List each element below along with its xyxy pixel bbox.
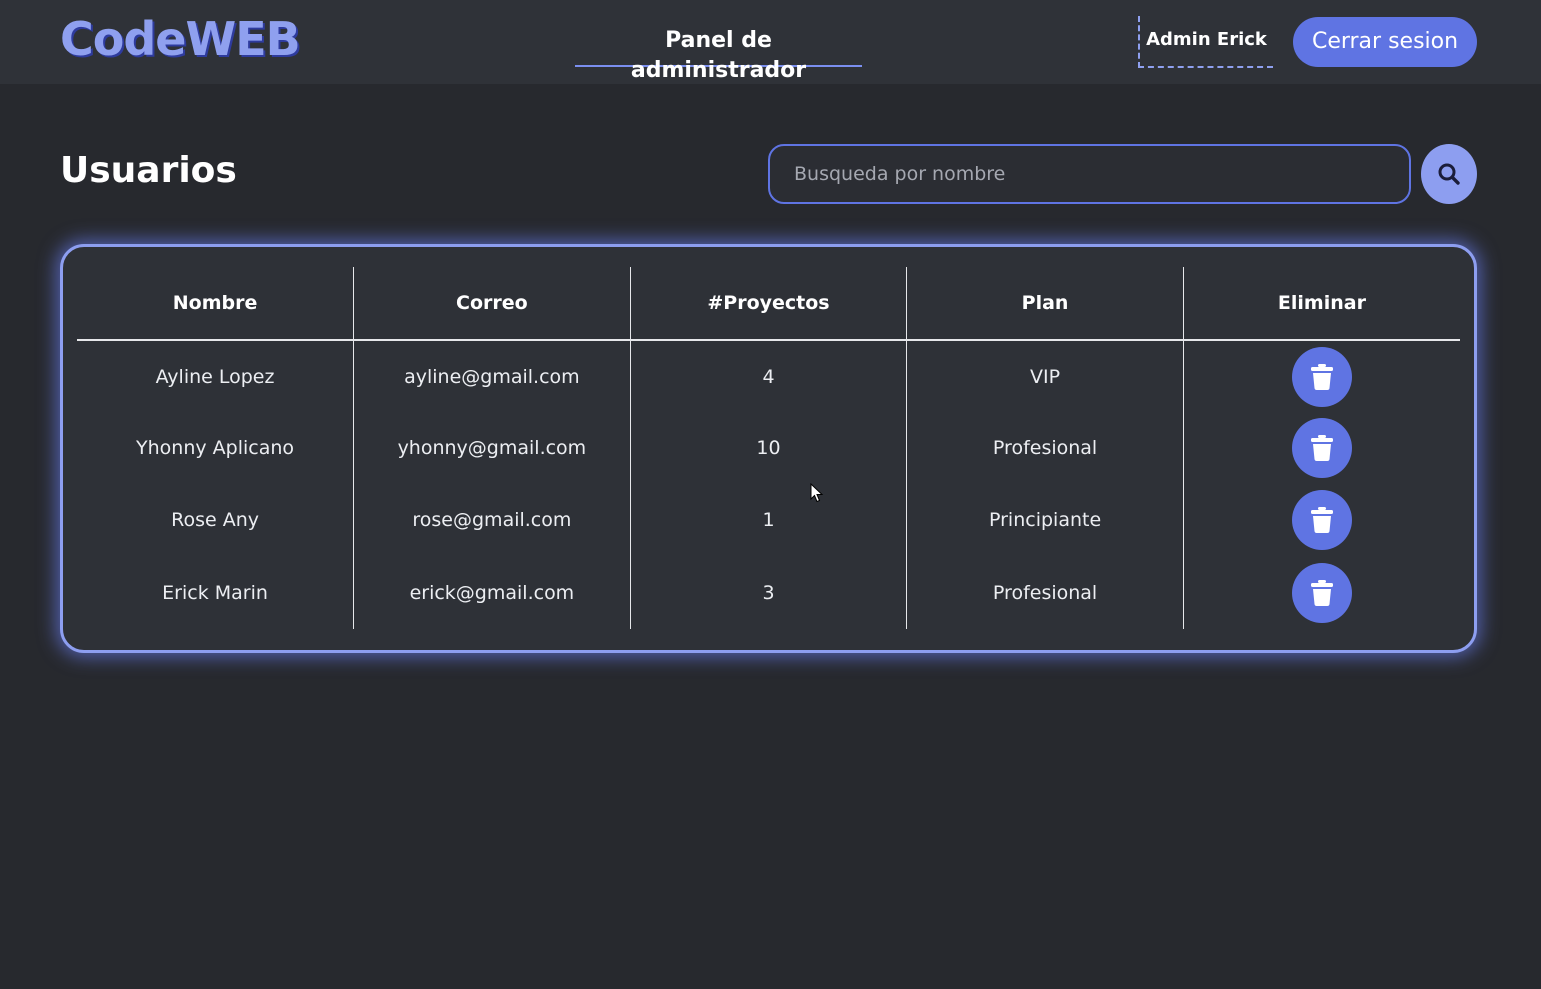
cell-plan: Principiante (906, 484, 1184, 556)
cell-projects: 1 (630, 484, 908, 556)
cell-projects: 10 (630, 412, 908, 484)
cell-delete (1183, 412, 1460, 484)
users-table: Nombre Correo #Proyectos Plan Eliminar A… (77, 267, 1460, 629)
trash-icon (1310, 363, 1333, 390)
admin-user-label[interactable]: Admin Erick (1138, 16, 1273, 68)
trash-icon (1310, 435, 1333, 461)
table-header-row: Nombre Correo #Proyectos Plan Eliminar (77, 267, 1460, 341)
table-row: Ayline Lopez ayline@gmail.com 4 VIP (77, 340, 1460, 412)
search-button[interactable] (1421, 144, 1477, 204)
delete-user-button[interactable] (1291, 346, 1352, 407)
cell-email: rose@gmail.com (353, 484, 631, 556)
page-title: Usuarios (60, 150, 237, 191)
cell-name: Ayline Lopez (77, 340, 355, 412)
column-header-email[interactable]: Correo (353, 267, 631, 341)
logo[interactable]: CodeWEB (60, 12, 301, 66)
cell-email: yhonny@gmail.com (353, 412, 631, 484)
cell-projects: 4 (630, 340, 908, 412)
column-header-delete: Eliminar (1183, 267, 1460, 341)
column-header-projects[interactable]: #Proyectos (630, 267, 908, 341)
search-input[interactable] (768, 144, 1411, 204)
delete-user-button[interactable] (1291, 418, 1352, 478)
users-table-card: Nombre Correo #Proyectos Plan Eliminar A… (60, 244, 1477, 653)
nav-admin-panel[interactable]: Panel de administrador (575, 26, 862, 83)
search-icon (1438, 163, 1460, 185)
cell-plan: Profesional (906, 412, 1184, 484)
cell-name: Rose Any (77, 484, 355, 556)
table-row: Erick Marin erick@gmail.com 3 Profesiona… (77, 556, 1460, 629)
cell-projects: 3 (630, 556, 908, 629)
column-header-plan[interactable]: Plan (906, 267, 1184, 341)
mouse-cursor-icon (810, 483, 824, 503)
cell-name: Erick Marin (77, 556, 355, 629)
cell-plan: VIP (906, 340, 1184, 412)
cell-plan: Profesional (906, 556, 1184, 629)
delete-user-button[interactable] (1291, 562, 1352, 623)
cell-delete (1183, 484, 1460, 556)
table-row: Rose Any rose@gmail.com 1 Principiante (77, 484, 1460, 556)
logout-button[interactable]: Cerrar sesion (1293, 17, 1477, 67)
delete-user-button[interactable] (1291, 490, 1352, 550)
column-header-name[interactable]: Nombre (77, 267, 355, 341)
cell-delete (1183, 340, 1460, 412)
cell-name: Yhonny Aplicano (77, 412, 355, 484)
trash-icon (1310, 507, 1333, 533)
cell-delete (1183, 556, 1460, 629)
cell-email: erick@gmail.com (353, 556, 631, 629)
cell-email: ayline@gmail.com (353, 340, 631, 412)
trash-icon (1310, 579, 1333, 606)
admin-page: CodeWEB Panel de administrador Admin Eri… (0, 0, 1541, 989)
table-row: Yhonny Aplicano yhonny@gmail.com 10 Prof… (77, 412, 1460, 484)
top-bar: CodeWEB Panel de administrador Admin Eri… (0, 0, 1541, 84)
